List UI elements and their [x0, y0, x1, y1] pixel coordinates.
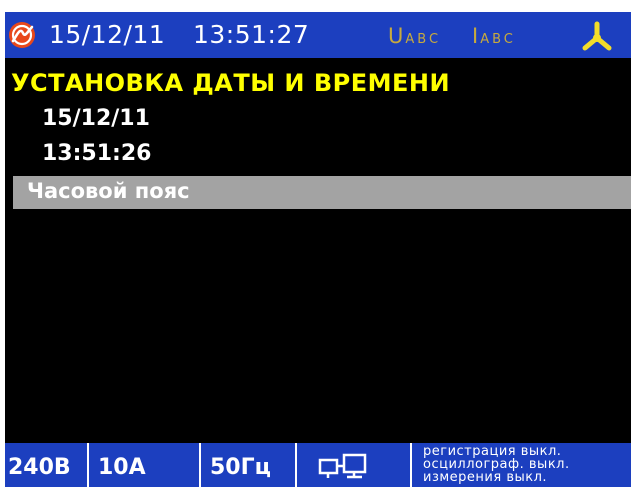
device-screen: 15/12/11 13:51:27 U ABC I ABC УСТАНОВКА ДА…: [5, 12, 631, 487]
frequency-value: 50Гц: [210, 455, 271, 480]
current-date: 15/12/11: [49, 20, 166, 49]
current-value: 10А: [98, 455, 146, 480]
measurement-status: измерения выкл.: [423, 470, 548, 485]
voltage-value: 240В: [8, 455, 71, 480]
timezone-menu-item[interactable]: Часовой пояс: [13, 176, 631, 209]
connection-cell: [297, 443, 412, 487]
bottom-status-bar: 240В 10А 50Гц регистрация выкл. осциллог…: [5, 443, 631, 487]
current-time: 13:51:27: [193, 20, 310, 49]
pc-connection-icon: [318, 453, 367, 479]
top-status-bar: 15/12/11 13:51:27 U ABC I ABC: [5, 12, 631, 58]
frequency-cell: 50Гц: [201, 443, 297, 487]
menu-title: УСТАНОВКА ДАТЫ И ВРЕМЕНИ: [11, 69, 451, 97]
time-setting-item[interactable]: 13:51:26: [42, 141, 151, 166]
voltage-phase-indicator: U ABC: [388, 24, 442, 48]
brand-logo-icon: [9, 22, 35, 48]
current-cell: 10А: [89, 443, 201, 487]
date-setting-item[interactable]: 15/12/11: [42, 106, 150, 131]
current-phase-indicator: I ABC: [472, 24, 516, 48]
timezone-label: Часовой пояс: [27, 179, 190, 203]
three-phase-icon: [582, 21, 612, 51]
voltage-cell: 240В: [5, 443, 89, 487]
